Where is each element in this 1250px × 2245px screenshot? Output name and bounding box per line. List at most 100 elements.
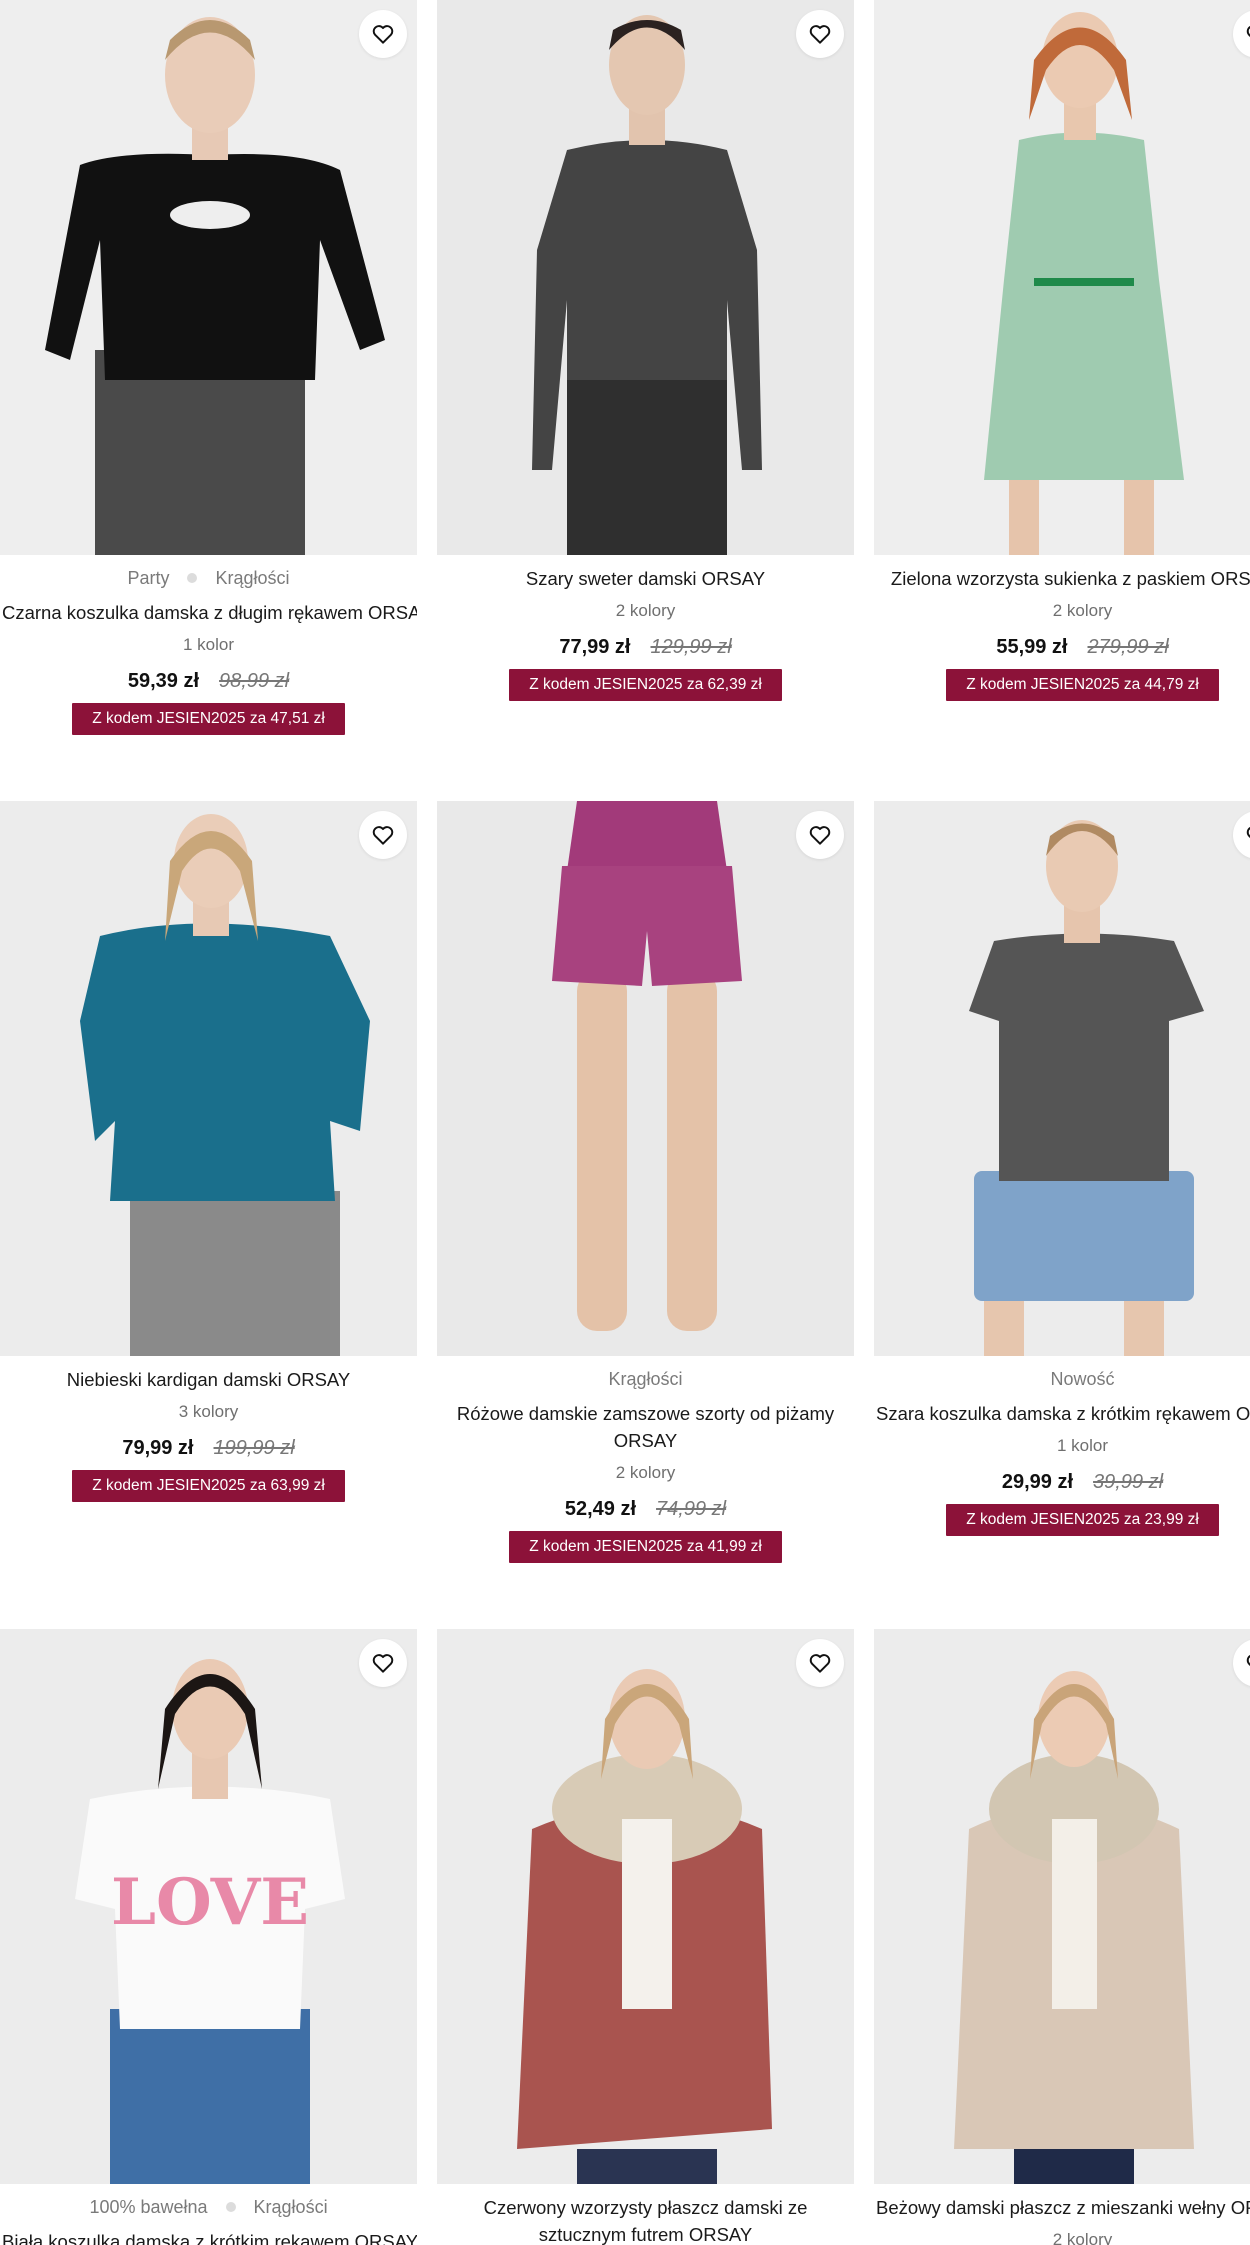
price-row: 77,99 zł 129,99 zł [437, 636, 854, 659]
product-image[interactable] [0, 0, 417, 555]
product-tags: Krągłości [437, 1366, 854, 1392]
old-price: 199,99 zł [213, 1437, 295, 1459]
product-photo-blue-cardigan [0, 801, 417, 1356]
old-price: 74,99 zł [656, 1498, 727, 1520]
color-count: 2 kolory [615, 601, 676, 620]
product-photo-pink-shorts [437, 801, 854, 1356]
heart-icon [372, 1654, 394, 1673]
product-image[interactable] [437, 801, 854, 1356]
product-info: Niebieski kardigan damski ORSAY 3 kolory… [0, 1356, 417, 1502]
product-name[interactable]: Czarna koszulka damska z długim rękawem … [0, 599, 417, 626]
product-image[interactable] [0, 801, 417, 1356]
product-photo-grey-sweater [437, 0, 854, 555]
price-row: 52,49 zł 74,99 zł [437, 1498, 854, 1521]
heart-icon [1246, 1654, 1250, 1667]
wishlist-button[interactable] [796, 10, 844, 58]
product-tag: Party [127, 567, 170, 588]
product-info: Czerwony wzorzysty płaszcz damski ze szt… [437, 2184, 854, 2245]
product-card[interactable]: Niebieski kardigan damski ORSAY 3 kolory… [0, 801, 417, 1502]
product-info: Krągłości Różowe damskie zamszowe szorty… [437, 1356, 854, 1563]
product-card[interactable]: Czerwony wzorzysty płaszcz damski ze szt… [437, 1629, 854, 2245]
heart-icon [1246, 826, 1250, 839]
heart-icon [809, 1654, 831, 1673]
product-tag: Krągłości [608, 1368, 683, 1389]
product-tag: Krągłości [253, 2196, 328, 2217]
product-image[interactable]: LOVE [0, 1629, 417, 2184]
product-name[interactable]: Różowe damskie zamszowe szorty od piżamy… [437, 1400, 854, 1454]
product-tag: Nowość [1050, 1368, 1115, 1389]
current-price: 29,99 zł [1001, 1471, 1074, 1493]
tag-separator-dot [187, 573, 198, 583]
product-photo-green-dress [874, 0, 1250, 555]
old-price: 98,99 zł [219, 670, 290, 692]
tag-separator-dot [225, 2202, 236, 2212]
color-count: 2 kolory [1052, 2230, 1113, 2245]
product-photo-white-love-tshirt: LOVE [0, 1629, 417, 2184]
product-card[interactable]: Party Krągłości Czarna koszulka damska z… [0, 0, 417, 735]
product-grid: Party Krągłości Czarna koszulka damska z… [0, 0, 1250, 2245]
wishlist-button[interactable] [796, 1639, 844, 1687]
product-photo-black-top [0, 0, 417, 555]
product-name[interactable]: Czerwony wzorzysty płaszcz damski ze szt… [437, 2194, 854, 2245]
old-price: 279,99 zł [1087, 636, 1169, 658]
color-count: 3 kolory [178, 1402, 239, 1421]
product-tag: Krągłości [215, 567, 290, 588]
product-card[interactable]: LOVE 100% bawełna Krągłości Biała koszul… [0, 1629, 417, 2245]
old-price: 129,99 zł [650, 636, 732, 658]
svg-text:LOVE: LOVE [111, 1865, 309, 1940]
wishlist-button[interactable] [359, 10, 407, 58]
product-name[interactable]: Beżowy damski płaszcz z mieszanki wełny … [874, 2194, 1250, 2221]
wishlist-button[interactable] [796, 811, 844, 859]
product-card[interactable]: Szary sweter damski ORSAY 2 kolory 77,99… [437, 0, 854, 701]
promo-code-badge: Z kodem JESIEN2025 za 62,39 zł [509, 669, 782, 701]
product-card[interactable]: Nowość Szara koszulka damska z krótkim r… [874, 801, 1250, 1536]
promo-code-badge: Z kodem JESIEN2025 za 41,99 zł [509, 1531, 782, 1563]
product-name[interactable]: Niebieski kardigan damski ORSAY [0, 1366, 417, 1393]
promo-code-badge: Z kodem JESIEN2025 za 23,99 zł [946, 1504, 1219, 1536]
product-info: Nowość Szara koszulka damska z krótkim r… [874, 1356, 1250, 1536]
product-tags: Party Krągłości [0, 565, 417, 591]
product-tag: 100% bawełna [89, 2196, 208, 2217]
product-photo-red-coat [437, 1629, 854, 2184]
color-count: 2 kolory [1052, 601, 1113, 620]
promo-code-badge: Z kodem JESIEN2025 za 63,99 zł [72, 1470, 345, 1502]
product-photo-beige-coat [874, 1629, 1250, 2184]
product-name[interactable]: Szara koszulka damska z krótkim rękawem … [874, 1400, 1250, 1427]
price-row: 79,99 zł 199,99 zł [0, 1437, 417, 1460]
heart-icon [372, 25, 394, 44]
product-image[interactable] [874, 801, 1250, 1356]
product-image[interactable] [437, 1629, 854, 2184]
heart-icon [1246, 25, 1250, 38]
wishlist-button[interactable] [359, 811, 407, 859]
product-image[interactable] [437, 0, 854, 555]
price-row: 29,99 zł 39,99 zł [874, 1471, 1250, 1494]
product-name[interactable]: Szary sweter damski ORSAY [437, 565, 854, 592]
product-image[interactable] [874, 0, 1250, 555]
product-card[interactable]: Krągłości Różowe damskie zamszowe szorty… [437, 801, 854, 1563]
product-name[interactable]: Biała koszulka damska z krótkim rękawem … [0, 2228, 417, 2245]
color-count: 2 kolory [615, 1463, 676, 1482]
color-count: 1 kolor [182, 635, 235, 654]
product-tags: 100% bawełna Krągłości [0, 2194, 417, 2220]
price-row: 59,39 zł 98,99 zł [0, 670, 417, 693]
product-card[interactable]: Beżowy damski płaszcz z mieszanki wełny … [874, 1629, 1250, 2245]
promo-code-badge: Z kodem JESIEN2025 za 47,51 zł [72, 703, 345, 735]
product-card[interactable]: Zielona wzorzysta sukienka z paskiem ORS… [874, 0, 1250, 701]
product-info: Zielona wzorzysta sukienka z paskiem ORS… [874, 555, 1250, 701]
current-price: 55,99 zł [996, 636, 1068, 658]
heart-icon [809, 25, 831, 44]
product-info: Party Krągłości Czarna koszulka damska z… [0, 555, 417, 735]
current-price: 77,99 zł [559, 636, 631, 658]
product-info: Szary sweter damski ORSAY 2 kolory 77,99… [437, 555, 854, 701]
product-name[interactable]: Zielona wzorzysta sukienka z paskiem ORS… [874, 565, 1250, 592]
heart-icon [809, 826, 831, 845]
product-info: 100% bawełna Krągłości Biała koszulka da… [0, 2184, 417, 2245]
product-image[interactable] [874, 1629, 1250, 2184]
current-price: 79,99 zł [122, 1437, 194, 1459]
product-tags: Nowość [874, 1366, 1250, 1392]
product-photo-grey-tshirt [874, 801, 1250, 1356]
heart-icon [372, 826, 394, 845]
wishlist-button[interactable] [359, 1639, 407, 1687]
current-price: 52,49 zł [564, 1498, 637, 1520]
promo-code-badge: Z kodem JESIEN2025 za 44,79 zł [946, 669, 1219, 701]
